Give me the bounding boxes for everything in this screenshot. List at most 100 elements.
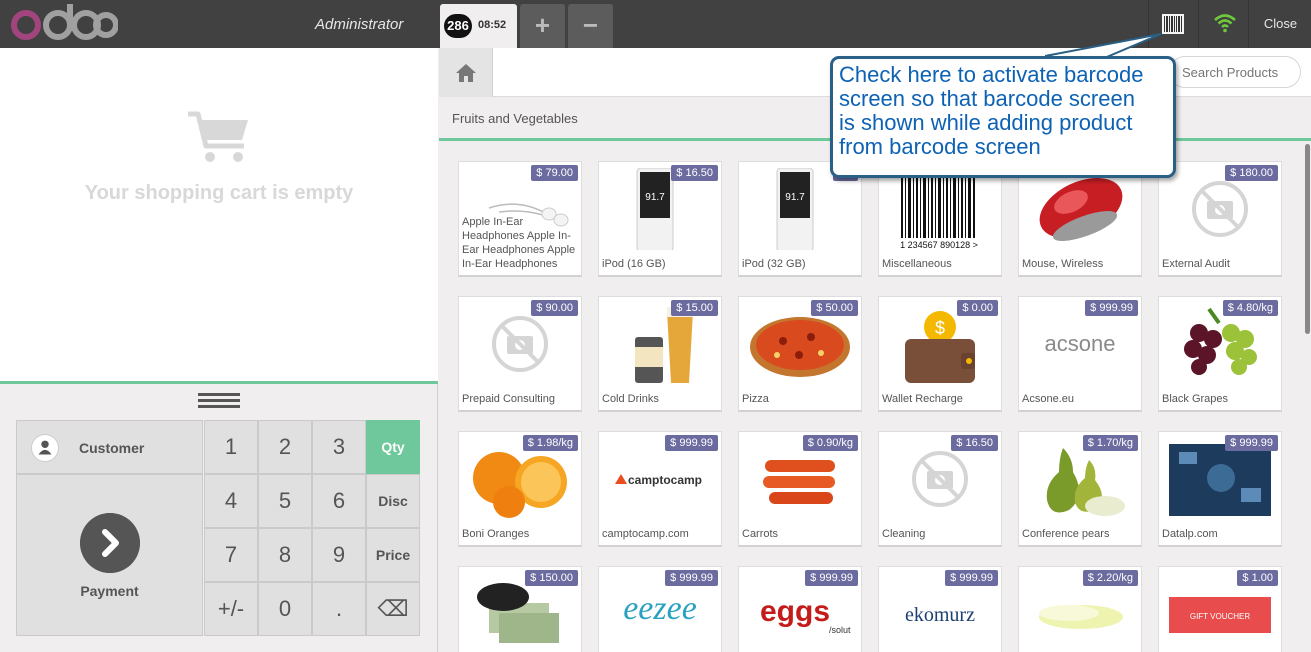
product-name: Pizza	[742, 393, 769, 405]
numpad-key-4[interactable]: 4	[204, 474, 258, 528]
wifi-icon	[1214, 14, 1236, 33]
order-number: 286	[444, 14, 472, 38]
product-name: Miscellaneous	[882, 258, 952, 270]
numpad-key-6[interactable]: 6	[312, 474, 366, 528]
numpad-key-5[interactable]: 5	[258, 474, 312, 528]
product-name: camptocamp.com	[602, 528, 689, 540]
product-card[interactable]: $ 180.00 External Audit	[1158, 161, 1282, 277]
product-card[interactable]: Mouse, Wireless	[1018, 161, 1142, 277]
product-card[interactable]: $ 1.98/kg Boni Oranges	[458, 431, 582, 547]
product-card[interactable]: eggs/solutions $ 999.99	[738, 566, 862, 652]
product-price: $ 1.70/kg	[1082, 435, 1138, 451]
product-name: Conference pears	[1022, 528, 1110, 540]
product-name: Black Grapes	[1162, 393, 1229, 405]
numpad-key-plusminus[interactable]: +/-	[204, 582, 258, 636]
numpad-key-0[interactable]: 0	[258, 582, 312, 636]
numpad-key-7[interactable]: 7	[204, 528, 258, 582]
mouse-image	[1039, 177, 1123, 241]
product-name: iPod (16 GB)	[602, 258, 666, 270]
header-divider	[1198, 0, 1199, 48]
product-card[interactable]: $ 79.00 Apple In-Ear Headphones Apple In-…	[458, 161, 582, 277]
product-price: $ 16.50	[671, 165, 718, 181]
home-button[interactable]	[439, 48, 493, 97]
numpad-key-9[interactable]: 9	[312, 528, 366, 582]
price-mode-button[interactable]: Price	[366, 528, 420, 582]
callout-line: Check here to activate barcode	[839, 62, 1144, 87]
product-price: $ 79.00	[531, 165, 578, 181]
product-price: $ 1.00	[1237, 570, 1278, 586]
svg-text:/solutions: /solutions	[829, 625, 851, 635]
product-card[interactable]: 91.7$ 2iPod (32 GB)	[738, 161, 862, 277]
product-card[interactable]: 1 234567 890128 > Miscellaneous	[878, 161, 1002, 277]
product-name: Mouse, Wireless	[1022, 258, 1104, 270]
numpad: 1 2 3 Qty 4 5 6 Disc 7 8 9 Price +/- 0 .…	[204, 420, 421, 636]
svg-text:ekomurz: ekomurz	[905, 604, 975, 626]
product-card[interactable]: $ 1.70/kg Conference pears	[1018, 431, 1142, 547]
add-order-button[interactable]: +	[520, 4, 565, 48]
product-price: $ 999.99	[665, 435, 718, 451]
svg-text:GIFT VOUCHER: GIFT VOUCHER	[1190, 612, 1251, 621]
product-name: Cold Drinks	[602, 393, 659, 405]
search-input[interactable]	[1169, 56, 1301, 88]
product-card[interactable]: 91.7 $ 16.50 iPod (16 GB)	[598, 161, 722, 277]
header-divider	[1248, 0, 1249, 48]
product-card[interactable]: $ 4.80/kg Black Grapes	[1158, 296, 1282, 412]
product-card[interactable]: $ 50.00 Pizza	[738, 296, 862, 412]
home-icon	[456, 64, 476, 82]
product-price: $ 4.80/kg	[1222, 300, 1278, 316]
chevron-right-icon	[80, 513, 140, 573]
product-price: $ 999.99	[665, 570, 718, 586]
category-label[interactable]: Fruits and Vegetables	[452, 111, 578, 126]
barcode-image: 1 234567 890128 >	[900, 168, 978, 250]
callout-line: screen so that barcode screen	[839, 86, 1135, 111]
product-card[interactable]: GIFT VOUCHER $ 1.00	[1158, 566, 1282, 652]
product-price: $ 2.20/kg	[1082, 570, 1138, 586]
product-card[interactable]: $ 16.50 Cleaning	[878, 431, 1002, 547]
product-card[interactable]: $ 999.99 Datalp.com	[1158, 431, 1282, 547]
numpad-key-1[interactable]: 1	[204, 420, 258, 474]
customer-label: Customer	[79, 440, 145, 456]
product-card[interactable]: $ 15.00 Cold Drinks	[598, 296, 722, 412]
numpad-key-dot[interactable]: .	[312, 582, 366, 636]
order-pane: Your shopping cart is empty Customer Pay…	[0, 48, 438, 652]
product-price: $ 15.00	[671, 300, 718, 316]
product-price: $ 90.00	[531, 300, 578, 316]
payment-button[interactable]: Payment	[16, 474, 203, 636]
product-card[interactable]: $ 90.00 Prepaid Consulting	[458, 296, 582, 412]
product-price: $ 150.00	[525, 570, 578, 586]
scrollbar[interactable]	[1305, 144, 1310, 334]
remove-order-button[interactable]: −	[568, 4, 613, 48]
product-name: iPod (32 GB)	[742, 258, 806, 270]
product-card[interactable]: camptocamp $ 999.99 camptocamp.com	[598, 431, 722, 547]
product-card[interactable]: $ $ 0.00 Wallet Recharge	[878, 296, 1002, 412]
product-card[interactable]: $ 2.20/kg	[1018, 566, 1142, 652]
product-price: $ 999.99	[1085, 300, 1138, 316]
product-price: $ 999.99	[945, 570, 998, 586]
numpad-key-2[interactable]: 2	[258, 420, 312, 474]
svg-text:eggs: eggs	[760, 595, 830, 628]
product-price: $ 999.99	[1225, 435, 1278, 451]
order-tab[interactable]: 286 08:52	[440, 4, 517, 48]
product-card[interactable]: $ 0.90/kg Carrots	[738, 431, 862, 547]
qty-mode-button[interactable]: Qty	[366, 420, 420, 474]
product-card[interactable]: ekomurz $ 999.99	[878, 566, 1002, 652]
numpad-key-8[interactable]: 8	[258, 528, 312, 582]
numpad-key-3[interactable]: 3	[312, 420, 366, 474]
customer-button[interactable]: Customer	[16, 420, 203, 474]
svg-text:acsone: acsone	[1045, 331, 1116, 356]
svg-text:91.7: 91.7	[645, 192, 665, 203]
disc-mode-button[interactable]: Disc	[366, 474, 420, 528]
odoo-logo	[11, 4, 118, 40]
annotation-callout: Check here to activate barcode screen so…	[830, 56, 1176, 178]
product-name: Acsone.eu	[1022, 393, 1074, 405]
product-price: $ 0.00	[957, 300, 998, 316]
product-price: $ 999.99	[805, 570, 858, 586]
product-card[interactable]: eezee $ 999.99	[598, 566, 722, 652]
backspace-button[interactable]: ⌫	[366, 582, 420, 636]
product-card[interactable]: acsone $ 999.99 Acsone.eu	[1018, 296, 1142, 412]
resize-handle[interactable]	[198, 393, 240, 408]
payment-label: Payment	[80, 583, 139, 599]
close-button[interactable]: Close	[1250, 0, 1311, 48]
product-name: Datalp.com	[1162, 528, 1218, 540]
product-card[interactable]: $ 150.00	[458, 566, 582, 652]
